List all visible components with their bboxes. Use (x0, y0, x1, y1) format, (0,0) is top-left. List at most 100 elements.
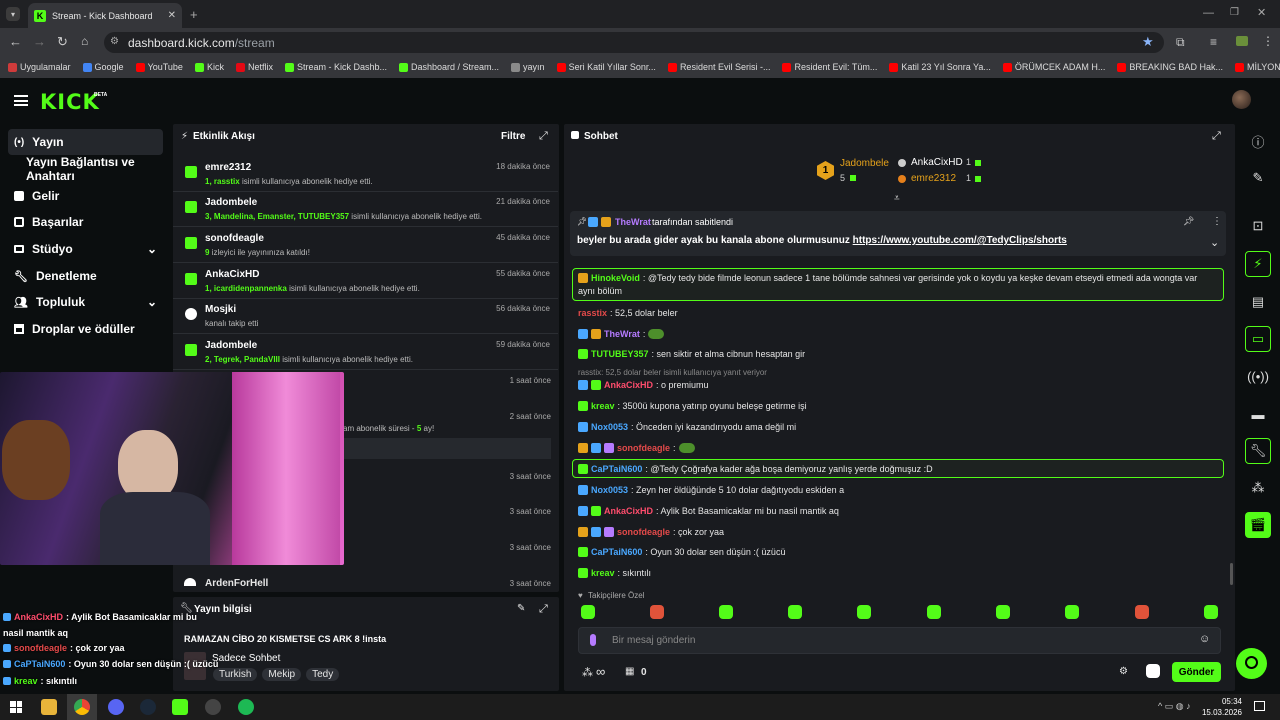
emote-icon[interactable] (650, 605, 664, 619)
activity-user[interactable]: sonofdeagle (205, 233, 264, 244)
emote-icon[interactable] (1204, 605, 1218, 619)
tag-chip[interactable]: Turkish (213, 668, 258, 681)
leader-third-name[interactable]: emre2312 (911, 173, 956, 184)
new-tab-icon[interactable]: + (190, 7, 198, 22)
popout-icon[interactable]: ⤢ (1212, 130, 1221, 143)
emote-icon[interactable] (581, 605, 595, 619)
activity-user[interactable]: Jadombele (205, 340, 257, 351)
edit-pencil-icon[interactable]: ✎ (517, 603, 525, 614)
avatar[interactable] (1232, 90, 1251, 109)
emoji-picker-icon[interactable]: ☺ (1199, 633, 1210, 645)
sidebar-item-basarilar[interactable]: Başarılar (8, 209, 163, 235)
bookmark-star-icon[interactable]: ★ (1142, 34, 1154, 50)
settings-gear-icon[interactable]: ⚙ (1119, 666, 1128, 677)
broadcast-icon[interactable]: ((•)) (1245, 363, 1271, 389)
popout-icon[interactable]: ⤢ (539, 603, 548, 616)
quick-actions-icon[interactable]: ⚡︎ (1245, 251, 1271, 277)
reload-icon[interactable]: ↻ (57, 34, 68, 50)
hamburger-menu-icon[interactable] (14, 95, 28, 106)
extensions-icon[interactable]: ⧉ (1176, 35, 1185, 50)
expand-leaderboard-icon[interactable]: ⩡ (894, 193, 900, 204)
bookmark-item[interactable]: BREAKING BAD Hak... (1117, 62, 1223, 72)
chat-username[interactable]: AnkaCixHD (604, 506, 653, 516)
leader-second-name[interactable]: AnkaCixHD (911, 157, 963, 168)
emote-icon[interactable] (1135, 605, 1149, 619)
leader-first-name[interactable]: Jadombele (840, 158, 889, 169)
chrome-icon[interactable] (74, 699, 90, 715)
activity-user[interactable]: emre2312 (205, 162, 251, 173)
chat-username[interactable]: Nox0053 (591, 485, 628, 495)
pinned-user[interactable]: TheWrat (615, 217, 651, 227)
chat-username[interactable]: TheWrat (604, 329, 640, 339)
spotify-icon[interactable] (238, 699, 254, 715)
bookmark-item[interactable]: Katil 23 Yıl Sonra Ya... (889, 62, 991, 72)
activity-item[interactable]: Jadombele 3, Mandelina, Emanster, TUTUBEY… (173, 192, 558, 227)
sidebar-item-droplar[interactable]: Droplar ve ödüller (8, 316, 163, 342)
info-icon[interactable]: ⓘ (1245, 128, 1271, 154)
menu-kebab-icon[interactable]: ⋮ (1262, 34, 1274, 48)
bookmark-item[interactable]: ÖRÜMCEK ADAM H... (1002, 62, 1105, 72)
minimize-icon[interactable]: — (1203, 7, 1214, 19)
maximize-icon[interactable]: ❐ (1230, 7, 1239, 18)
back-icon[interactable]: ← (9, 34, 22, 49)
bookmark-item[interactable]: Resident Evil: Tüm... (782, 62, 877, 72)
gift-icon[interactable]: ▦ (625, 666, 634, 677)
tab-search-icon[interactable]: ▾ (6, 7, 20, 21)
chevron-down-icon[interactable]: ⌄ (1210, 236, 1219, 249)
chat-username[interactable]: rasstix (578, 308, 607, 318)
activity-item[interactable]: AnkaCixHD 1, icardidenpannenka isimli kul… (173, 264, 558, 299)
bookmark-item[interactable]: Stream - Kick Dashb... (284, 62, 387, 72)
pinned-link[interactable]: https://www.youtube.com/@TedyClips/short… (853, 235, 1067, 246)
pinned-menu-icon[interactable]: ⋮ (1212, 216, 1222, 227)
bookmark-item[interactable]: yayın (511, 62, 545, 72)
moderation-icon[interactable]: 🔧︎ (1245, 438, 1271, 464)
chat-points-icon[interactable]: ⁂ (582, 666, 593, 679)
chat-username[interactable]: CaPTaiN600 (591, 547, 642, 557)
sidebar-item-denetleme[interactable]: 🔧︎ Denetleme (8, 263, 163, 289)
activity-user[interactable]: Jadombele (205, 197, 257, 208)
bookmark-item[interactable]: Netflix (235, 62, 273, 72)
bookmark-item[interactable]: Google (82, 62, 124, 72)
discord-icon[interactable] (108, 699, 124, 715)
chat-username[interactable]: sonofdeagle (617, 443, 670, 453)
bookmark-item[interactable]: Uygulamalar (8, 62, 71, 72)
chat-username[interactable]: HinokeVoid (591, 273, 640, 283)
sidebar-item-stream-key[interactable]: Yayın Bağlantısı ve Anahtarı (20, 155, 170, 183)
url-field[interactable]: dashboard.kick.com/stream (104, 32, 1164, 53)
sidebar-item-gelir[interactable]: Gelir (8, 183, 163, 209)
emote-icon[interactable] (1065, 605, 1079, 619)
tag-chip[interactable]: Mekip (262, 668, 302, 681)
chat-username[interactable]: CaPTaiN600 (591, 464, 642, 474)
filter-button[interactable]: Filtre (501, 131, 525, 142)
activity-user[interactable]: AnkaCixHD (205, 269, 259, 280)
sidebar-item-studyo[interactable]: Stüdyo ⌄ (8, 236, 163, 262)
popout-icon[interactable]: ⤢ (539, 130, 548, 143)
forward-icon[interactable]: → (33, 34, 46, 49)
camera-icon[interactable]: ⊡ (1245, 213, 1271, 239)
chat-username[interactable]: kreav (591, 568, 615, 578)
profile-icon[interactable] (1236, 36, 1248, 46)
emote-icon[interactable] (996, 605, 1010, 619)
chat-username[interactable]: TUTUBEY357 (591, 349, 649, 359)
activity-item[interactable]: emre2312 1, rasstix isimli kullanıcıya ab… (173, 157, 558, 192)
send-button[interactable]: Gönder (1172, 662, 1221, 682)
emote-icon[interactable] (1146, 664, 1160, 678)
browser-tab[interactable]: K Stream - Kick Dashboard ✕ (28, 3, 182, 28)
activity-item[interactable]: sonofdeagle 9 izleyici ile yayınınıza kat… (173, 228, 558, 263)
clock-time[interactable]: 05:34 (1204, 697, 1242, 706)
kick-logo[interactable]: KICK (40, 90, 100, 114)
bookmark-item[interactable]: Resident Evil Serisi -... (667, 62, 770, 72)
sidebar-item-yayin[interactable]: (•) Yayın (8, 129, 163, 155)
bookmark-item[interactable]: MİLYONLAR ÇALAR... (1234, 62, 1280, 72)
edit-pencil-icon[interactable]: ✎ (1245, 165, 1271, 191)
file-explorer-icon[interactable] (41, 699, 57, 715)
close-window-icon[interactable]: ✕ (1257, 6, 1266, 19)
emote-icon[interactable] (788, 605, 802, 619)
media-icon[interactable]: ≡ (1210, 35, 1217, 49)
chat-scrollbar[interactable] (1230, 563, 1233, 585)
desktop-icon[interactable]: ▬ (1245, 401, 1271, 427)
steam-icon[interactable] (140, 699, 156, 715)
chat-username[interactable]: AnkaCixHD (604, 380, 653, 390)
notes-icon[interactable]: ▤ (1245, 289, 1271, 315)
activity-user[interactable]: Mosjki (205, 304, 236, 315)
